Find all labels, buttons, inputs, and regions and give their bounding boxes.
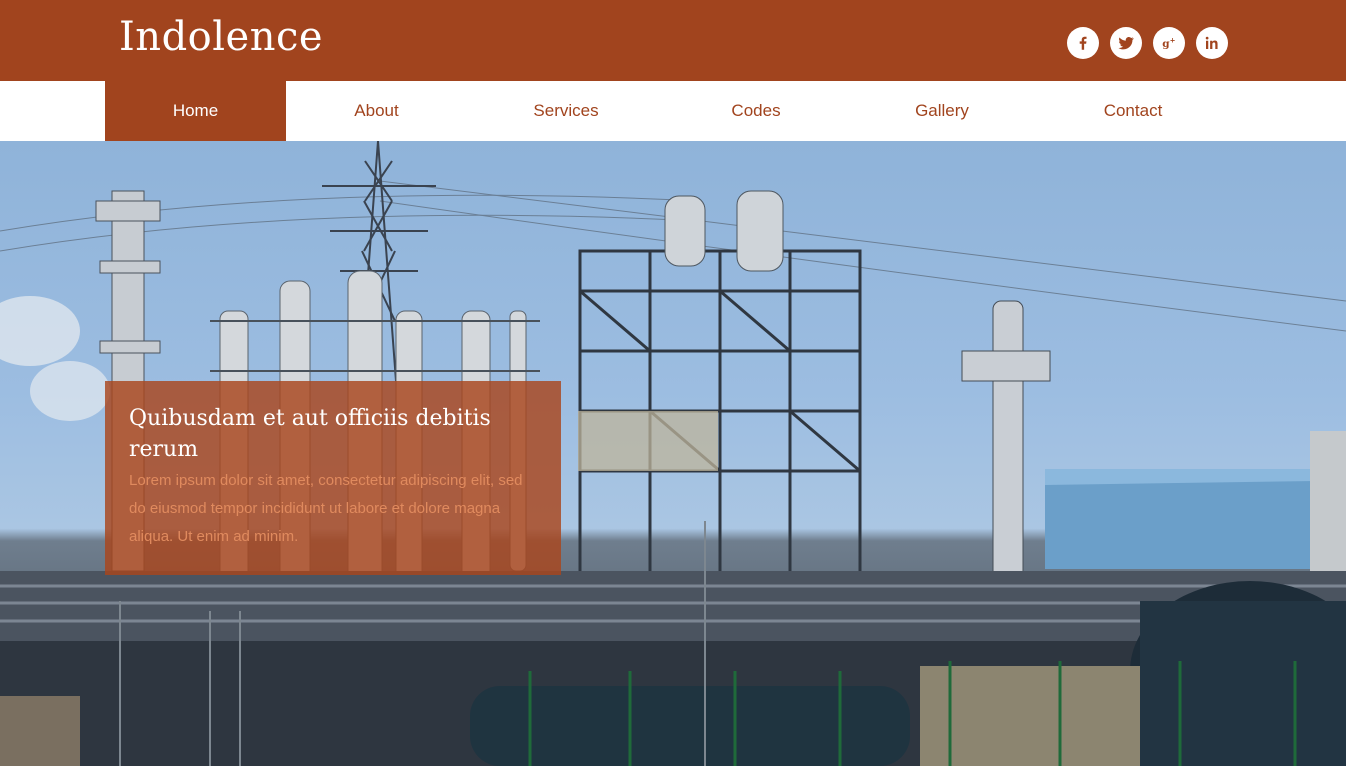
svg-text:+: +	[1170, 36, 1176, 44]
top-bar: Indolence g +	[0, 0, 1346, 81]
linkedin-icon[interactable]	[1196, 27, 1228, 59]
nav-gallery[interactable]: Gallery	[850, 81, 1034, 141]
hero-caption: Quibusdam et aut officiis debitis rerum …	[105, 381, 561, 575]
google-plus-icon[interactable]: g +	[1153, 27, 1185, 59]
main-nav: Home About Services Codes Gallery Contac…	[0, 81, 1346, 141]
twitter-icon[interactable]	[1110, 27, 1142, 59]
hero-text: Lorem ipsum dolor sit amet, consectetur …	[129, 472, 523, 545]
nav-about[interactable]: About	[286, 81, 467, 141]
hero-title: Quibusdam et aut officiis debitis rerum	[129, 406, 491, 462]
nav-home[interactable]: Home	[105, 81, 286, 141]
social-links: g +	[1067, 27, 1228, 59]
hero-banner: Quibusdam et aut officiis debitis rerum …	[0, 141, 1346, 766]
nav-codes[interactable]: Codes	[662, 81, 850, 141]
nav-contact[interactable]: Contact	[1034, 81, 1232, 141]
site-logo[interactable]: Indolence	[119, 14, 323, 60]
nav-services[interactable]: Services	[470, 81, 662, 141]
facebook-icon[interactable]	[1067, 27, 1099, 59]
